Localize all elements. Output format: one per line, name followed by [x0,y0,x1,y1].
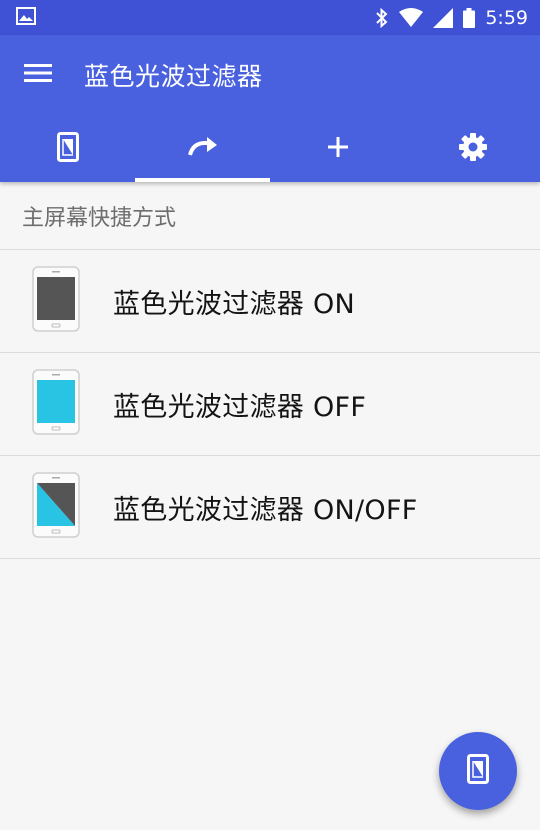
section-header: 主屏幕快捷方式 [0,182,540,250]
plus-icon [327,136,349,162]
shortcut-item-off[interactable]: 蓝色光波过滤器 OFF [0,353,540,456]
wifi-icon [399,7,424,28]
phone-off-icon [31,369,80,439]
shortcut-item-label: 蓝色光波过滤器 ON/OFF [113,494,418,526]
status-bar: 5:59 [0,0,540,35]
tab-add[interactable] [270,115,405,182]
status-time: 5:59 [485,6,528,29]
page-title: 蓝色光波过滤器 [84,62,263,91]
signal-icon [433,7,454,28]
tab-bar [0,115,540,182]
phone-filter-icon [56,131,79,166]
phone-on-icon [31,266,80,336]
shortcut-item-on[interactable]: 蓝色光波过滤器 ON [0,250,540,353]
redo-arrow-icon [187,136,219,161]
shortcut-item-toggle[interactable]: 蓝色光波过滤器 ON/OFF [0,456,540,559]
toolbar: 蓝色光波过滤器 [0,35,540,115]
shortcut-item-label: 蓝色光波过滤器 OFF [113,391,367,423]
shortcut-item-label: 蓝色光波过滤器 ON [113,288,356,320]
bluetooth-icon [375,7,389,28]
phone-filter-icon [467,754,489,788]
app-bar: 蓝色光波过滤器 [0,35,540,182]
phone-toggle-icon [31,472,80,542]
tab-filter[interactable] [0,115,135,182]
tab-settings[interactable] [405,115,540,182]
tab-shortcut[interactable] [135,115,270,182]
gear-icon [458,132,488,166]
image-icon [16,6,36,29]
battery-icon [463,7,476,28]
menu-icon[interactable] [24,62,52,88]
filter-fab-button[interactable] [439,732,517,810]
